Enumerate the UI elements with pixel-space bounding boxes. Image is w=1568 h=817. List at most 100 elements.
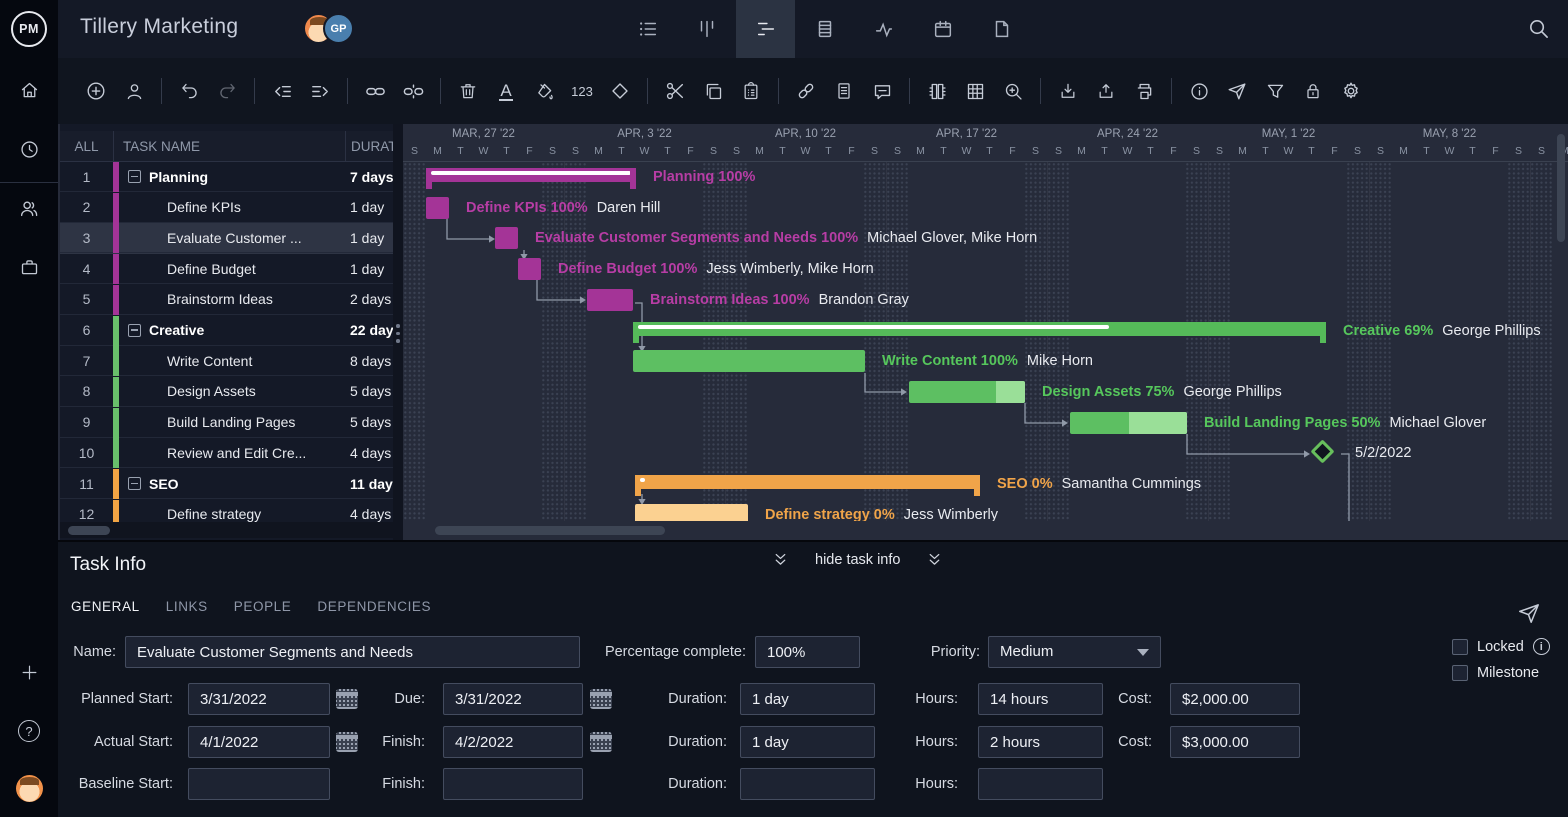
table-row[interactable]: 1Planning7 days (60, 162, 393, 193)
calendar-icon[interactable] (590, 732, 612, 752)
hours-field[interactable] (978, 726, 1103, 758)
notes-icon[interactable] (832, 79, 856, 103)
collapse-icon[interactable] (128, 170, 141, 183)
hide-task-info-button[interactable]: hide task info (772, 551, 943, 568)
unlink-tasks-icon[interactable] (401, 79, 425, 103)
gantt-task-bar[interactable] (909, 381, 1025, 403)
outdent-icon[interactable] (270, 79, 294, 103)
name-field[interactable] (125, 636, 580, 668)
date-field[interactable] (443, 768, 583, 800)
priority-select[interactable]: Medium (988, 636, 1161, 668)
locked-info-icon[interactable]: i (1533, 638, 1550, 655)
duration-cell[interactable]: 1 day (345, 254, 393, 284)
send-icon[interactable] (1516, 600, 1542, 631)
numbers-icon[interactable]: 123 (570, 79, 594, 103)
column-header-duration[interactable]: DURATION (345, 131, 393, 161)
calendar-icon[interactable] (590, 689, 612, 709)
duration-cell[interactable]: 4 days (345, 438, 393, 468)
table-row[interactable]: 2Define KPIs1 day (60, 193, 393, 224)
task-info-tab-links[interactable]: LINKS (166, 599, 208, 614)
grid-icon[interactable] (963, 79, 987, 103)
fill-color-icon[interactable] (532, 79, 556, 103)
collapse-icon[interactable] (128, 477, 141, 490)
redo-icon[interactable] (215, 79, 239, 103)
duration-cell[interactable]: 5 days (345, 377, 393, 407)
filter-icon[interactable] (1263, 79, 1287, 103)
task-info-tab-people[interactable]: PEOPLE (234, 599, 292, 614)
table-row[interactable]: 3Evaluate Customer ...1 day (60, 223, 393, 254)
task-name-cell[interactable]: Write Content (119, 346, 345, 376)
hours-field[interactable] (978, 683, 1103, 715)
date-field[interactable] (188, 768, 330, 800)
info-icon[interactable] (1187, 79, 1211, 103)
calendar-icon[interactable] (336, 689, 358, 709)
search-icon[interactable] (1527, 17, 1550, 45)
duration-cell[interactable]: 11 days (345, 469, 393, 499)
print-icon[interactable] (1132, 79, 1156, 103)
duration-cell[interactable]: 1 day (345, 223, 393, 253)
duration-cell[interactable]: 8 days (345, 346, 393, 376)
duration-cell[interactable]: 7 days (345, 162, 393, 192)
task-name-cell[interactable]: Design Assets (119, 377, 345, 407)
table-row[interactable]: 6Creative22 days (60, 316, 393, 347)
duration-cell[interactable]: 5 days (345, 408, 393, 438)
task-name-cell[interactable]: SEO (119, 469, 345, 499)
add-task-icon[interactable] (84, 79, 108, 103)
calendar-view-tab[interactable] (913, 0, 972, 58)
settings-icon[interactable] (1339, 79, 1363, 103)
lock-icon[interactable] (1301, 79, 1325, 103)
paste-icon[interactable] (739, 79, 763, 103)
duration-field[interactable] (740, 768, 875, 800)
team-icon[interactable] (0, 189, 58, 229)
help-icon[interactable]: ? (0, 711, 58, 751)
duration-cell[interactable]: 2 days (345, 285, 393, 315)
table-row[interactable]: 9Build Landing Pages5 days (60, 408, 393, 439)
cut-icon[interactable] (663, 79, 687, 103)
milestone-icon[interactable] (608, 79, 632, 103)
gantt-summary-bar[interactable] (635, 475, 980, 489)
add-icon[interactable] (0, 652, 58, 692)
member-avatar-gp[interactable]: GP (323, 13, 354, 44)
user-avatar[interactable] (0, 768, 58, 808)
table-row[interactable]: 12Define strategy4 days (60, 500, 393, 522)
app-logo[interactable]: PM (0, 0, 58, 58)
gantt-summary-bar[interactable] (633, 322, 1326, 336)
comment-icon[interactable] (870, 79, 894, 103)
locked-checkbox[interactable] (1452, 639, 1468, 655)
pane-splitter[interactable] (393, 124, 403, 540)
recent-icon[interactable] (0, 129, 58, 169)
duration-field[interactable] (740, 726, 875, 758)
board-view-tab[interactable] (677, 0, 736, 58)
task-name-cell[interactable]: Creative (119, 316, 345, 346)
attach-link-icon[interactable] (794, 79, 818, 103)
docs-view-tab[interactable] (972, 0, 1031, 58)
gantt-hscroll-thumb[interactable] (435, 526, 665, 535)
delete-icon[interactable] (456, 79, 480, 103)
copy-icon[interactable] (701, 79, 725, 103)
milestone-checkbox[interactable] (1452, 665, 1468, 681)
task-info-tab-dependencies[interactable]: DEPENDENCIES (317, 599, 431, 614)
column-header-task-name[interactable]: TASK NAME (113, 131, 345, 161)
date-field[interactable] (443, 683, 583, 715)
share-icon[interactable] (1225, 79, 1249, 103)
gantt-summary-bar[interactable] (426, 168, 636, 182)
assign-user-icon[interactable] (122, 79, 146, 103)
task-name-cell[interactable]: Define KPIs (119, 193, 345, 223)
projects-icon[interactable] (0, 247, 58, 287)
gantt-task-bar[interactable] (1070, 412, 1187, 434)
gantt-task-bar[interactable] (426, 197, 449, 219)
duration-cell[interactable]: 4 days (345, 500, 393, 522)
font-style-icon[interactable]: A (494, 79, 518, 103)
table-row[interactable]: 10Review and Edit Cre...4 days (60, 438, 393, 469)
date-field[interactable] (188, 683, 330, 715)
duration-cell[interactable]: 22 days (345, 316, 393, 346)
table-row[interactable]: 4Define Budget1 day (60, 254, 393, 285)
import-icon[interactable] (1056, 79, 1080, 103)
table-row[interactable]: 8Design Assets5 days (60, 377, 393, 408)
gantt-task-bar[interactable] (635, 504, 748, 521)
gantt-task-bar[interactable] (633, 350, 865, 372)
date-field[interactable] (188, 726, 330, 758)
gantt-task-bar[interactable] (587, 289, 633, 311)
date-field[interactable] (443, 726, 583, 758)
task-info-tab-general[interactable]: GENERAL (71, 599, 140, 614)
